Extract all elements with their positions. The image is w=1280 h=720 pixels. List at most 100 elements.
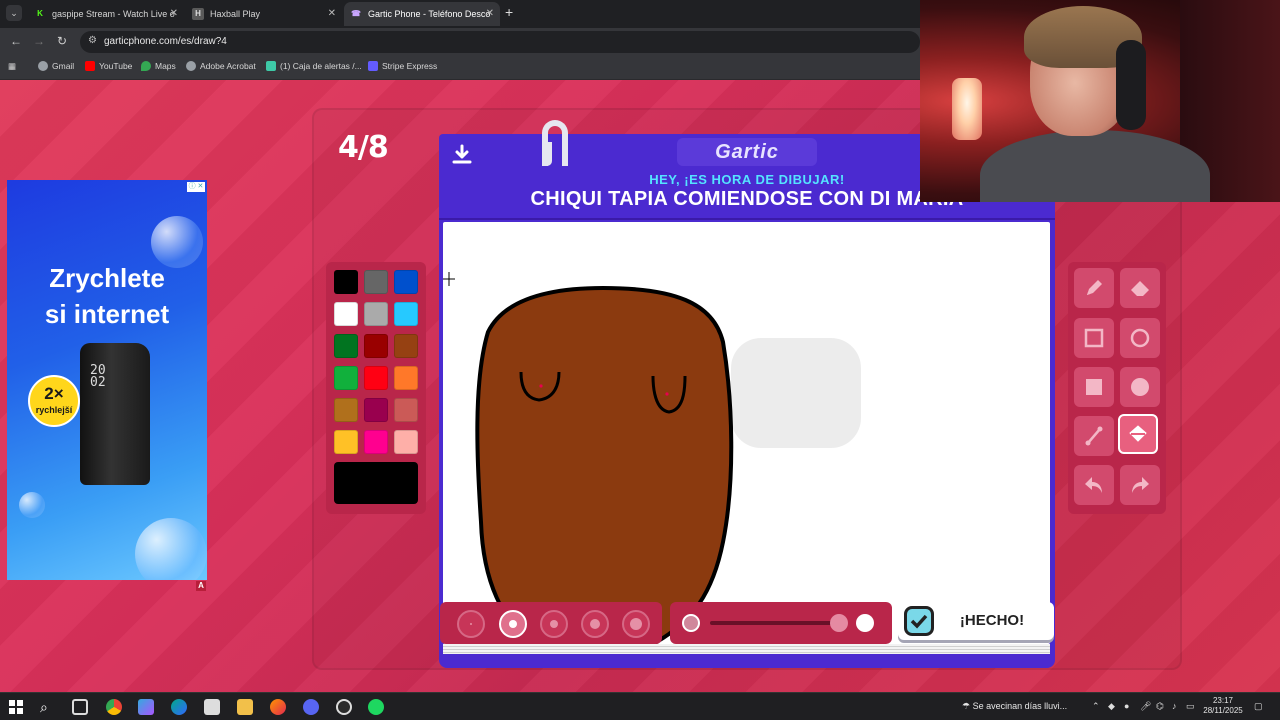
tab-gartic[interactable]: ☎ Gartic Phone - Teléfono Desco ✕ bbox=[344, 2, 500, 26]
close-icon[interactable]: ✕ bbox=[328, 2, 336, 26]
windows-start-icon[interactable] bbox=[8, 699, 24, 715]
advertisement[interactable]: ⓘ ✕ Zrychlete si internet 20 02 2× rychl… bbox=[7, 180, 207, 580]
file-explorer-icon[interactable] bbox=[237, 699, 253, 715]
bookmark-maps[interactable]: Maps bbox=[141, 61, 176, 71]
youtube-icon bbox=[85, 61, 95, 71]
tab-search-button[interactable]: ⌄ bbox=[6, 5, 22, 21]
new-tab-icon[interactable]: + bbox=[505, 4, 513, 20]
bookmark-gmail[interactable]: Gmail bbox=[38, 61, 74, 71]
bookmark-adobe-acrobat[interactable]: Adobe Acrobat bbox=[186, 61, 256, 71]
language-icon[interactable]: ▭ bbox=[1186, 701, 1195, 712]
fill-bucket-tool[interactable] bbox=[1118, 414, 1158, 454]
ellipse-tool[interactable] bbox=[1120, 318, 1160, 358]
webcam-overlay bbox=[920, 0, 1280, 202]
microphone-icon[interactable]: 🎤︎ bbox=[1140, 701, 1151, 712]
gartic-logo: Gartic bbox=[677, 138, 817, 166]
tab-kick[interactable]: K gaspipe Stream - Watch Live o ✕ bbox=[28, 2, 184, 26]
download-icon[interactable] bbox=[451, 144, 473, 166]
opacity-max-icon bbox=[856, 614, 874, 632]
edge-icon[interactable] bbox=[171, 699, 187, 715]
tray-app-icon[interactable]: ● bbox=[1124, 701, 1129, 711]
color-swatch[interactable] bbox=[364, 334, 388, 358]
color-swatch[interactable] bbox=[334, 334, 358, 358]
gmail-icon bbox=[38, 61, 48, 71]
opacity-track[interactable] bbox=[710, 621, 842, 625]
color-swatch[interactable] bbox=[394, 398, 418, 422]
windows-taskbar: ⌕ ☂ Se avecinan días lluvi... ⌃ ◆ ● 🎤︎ ⌬… bbox=[0, 692, 1280, 720]
undo-button[interactable] bbox=[1074, 465, 1114, 505]
notifications-icon[interactable]: ▢ bbox=[1254, 701, 1263, 712]
brush-size-4[interactable] bbox=[581, 610, 609, 638]
color-swatch[interactable] bbox=[364, 270, 388, 294]
color-swatch[interactable] bbox=[334, 302, 358, 326]
round-counter: 4/8 bbox=[338, 130, 389, 165]
drawing-canvas[interactable] bbox=[443, 222, 1050, 644]
brush-size-1[interactable] bbox=[457, 610, 485, 638]
color-swatch[interactable] bbox=[334, 430, 358, 454]
obs-icon[interactable] bbox=[336, 699, 352, 715]
spotify-icon[interactable] bbox=[368, 699, 384, 715]
filled-ellipse-tool[interactable] bbox=[1120, 367, 1160, 407]
done-button[interactable]: ¡HECHO! bbox=[898, 602, 1054, 640]
tray-app-icon[interactable]: ◆ bbox=[1108, 701, 1115, 712]
router-image: 20 02 bbox=[80, 343, 150, 485]
back-icon[interactable]: ← bbox=[10, 34, 22, 48]
rectangle-tool[interactable] bbox=[1074, 318, 1114, 358]
brush-size-3[interactable] bbox=[540, 610, 568, 638]
drawing-board bbox=[439, 220, 1055, 668]
color-swatch[interactable] bbox=[364, 366, 388, 390]
address-bar[interactable]: ⚙ garticphone.com/es/draw?4 bbox=[80, 31, 920, 53]
adchoices-icon[interactable]: A bbox=[196, 581, 206, 591]
pen-tool[interactable] bbox=[1074, 268, 1114, 308]
network-icon[interactable]: ⌬ bbox=[1156, 701, 1164, 712]
store-icon[interactable] bbox=[204, 699, 220, 715]
tray-chevron-icon[interactable]: ⌃ bbox=[1092, 701, 1100, 712]
color-swatch[interactable] bbox=[394, 302, 418, 326]
gartic-icon: ☎ bbox=[351, 9, 361, 18]
color-swatch[interactable] bbox=[394, 366, 418, 390]
site-info-icon[interactable]: ⚙ bbox=[88, 35, 97, 46]
search-icon[interactable]: ⌕ bbox=[40, 699, 56, 715]
color-swatch[interactable] bbox=[394, 270, 418, 294]
ad-info-icon[interactable]: ⓘ ✕ bbox=[187, 182, 205, 192]
brush-size-5[interactable] bbox=[622, 610, 650, 638]
color-swatch[interactable] bbox=[364, 398, 388, 422]
opacity-slider[interactable] bbox=[670, 602, 892, 644]
apps-icon[interactable]: ▦ bbox=[8, 61, 16, 72]
clock[interactable]: 23:17 28/11/2025 bbox=[1198, 696, 1248, 716]
bookmark-stripe[interactable]: Stripe Express bbox=[368, 61, 437, 71]
color-swatch[interactable] bbox=[394, 334, 418, 358]
copilot-icon[interactable] bbox=[138, 699, 154, 715]
redo-button[interactable] bbox=[1120, 465, 1160, 505]
current-color bbox=[334, 462, 418, 504]
tab-haxball[interactable]: H Haxball Play ✕ bbox=[186, 2, 342, 26]
eraser-tool[interactable] bbox=[1120, 268, 1160, 308]
chrome-icon[interactable] bbox=[106, 699, 122, 715]
tab-title: Haxball Play bbox=[210, 9, 261, 19]
color-swatch[interactable] bbox=[334, 398, 358, 422]
color-swatch[interactable] bbox=[334, 366, 358, 390]
globe-icon bbox=[186, 61, 196, 71]
bookmark-youtube[interactable]: YouTube bbox=[85, 61, 132, 71]
task-view-icon[interactable] bbox=[72, 699, 88, 715]
close-icon[interactable]: ✕ bbox=[170, 2, 178, 26]
color-swatch[interactable] bbox=[334, 270, 358, 294]
color-swatch[interactable] bbox=[364, 430, 388, 454]
filled-rectangle-tool[interactable] bbox=[1074, 367, 1114, 407]
opacity-knob[interactable] bbox=[830, 614, 848, 632]
line-tool[interactable] bbox=[1074, 416, 1114, 456]
weather-widget[interactable]: ☂ Se avecinan días lluvi... bbox=[962, 701, 1067, 712]
bookmark-alerts[interactable]: (1) Caja de alertas /... bbox=[266, 61, 362, 71]
color-swatch[interactable] bbox=[364, 302, 388, 326]
ad-headline: Zrychlete si internet bbox=[44, 263, 170, 329]
forward-icon[interactable]: → bbox=[33, 34, 45, 48]
discord-icon[interactable] bbox=[303, 699, 319, 715]
color-swatch[interactable] bbox=[394, 430, 418, 454]
reload-icon[interactable]: ↻ bbox=[57, 34, 67, 48]
line-icon bbox=[1085, 426, 1103, 446]
circle-outline-icon bbox=[1130, 328, 1150, 348]
close-icon[interactable]: ✕ bbox=[486, 2, 494, 26]
brush-size-2[interactable] bbox=[499, 610, 527, 638]
firefox-icon[interactable] bbox=[270, 699, 286, 715]
volume-icon[interactable]: ♪ bbox=[1172, 701, 1177, 711]
